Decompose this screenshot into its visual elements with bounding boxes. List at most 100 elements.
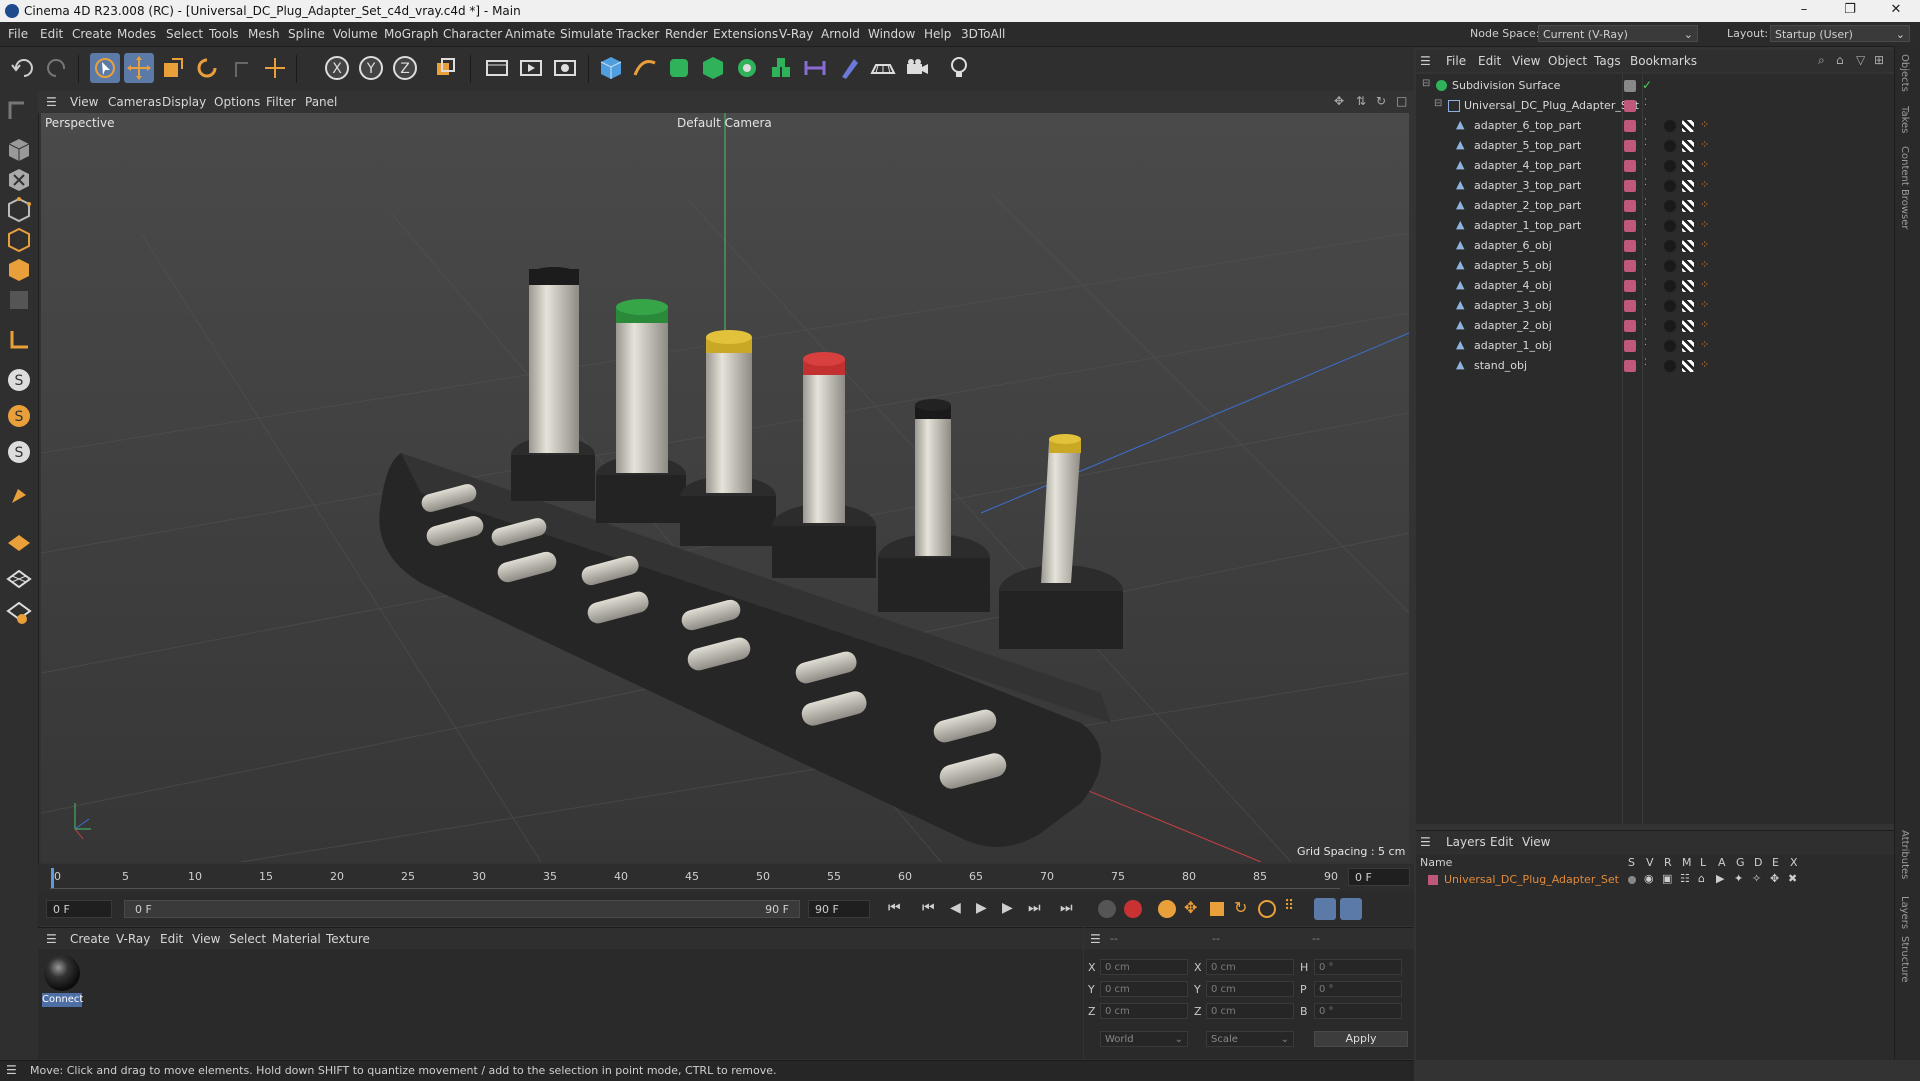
rotate-tool-icon[interactable]: [192, 53, 222, 83]
coordinate-space-dropdown[interactable]: World ⌄: [1100, 1031, 1188, 1047]
node-space-dropdown[interactable]: Current (V-Ray) ⌄: [1538, 25, 1698, 42]
snap-settings-icon[interactable]: S: [4, 401, 34, 431]
rotation-p-field[interactable]: 0 °: [1314, 981, 1402, 997]
layer-color-swatch[interactable]: [1428, 875, 1438, 885]
current-frame-field[interactable]: 0 F: [1348, 868, 1410, 886]
material-menu-material[interactable]: Material: [272, 932, 321, 946]
visibility-dots-icon[interactable]: ⁚: [1644, 198, 1647, 208]
grid-snap-icon[interactable]: [4, 597, 34, 627]
menu-render[interactable]: Render: [665, 27, 708, 41]
apply-button[interactable]: Apply: [1314, 1031, 1408, 1047]
camera-label[interactable]: Default Camera: [677, 116, 772, 130]
live-selection-icon[interactable]: [90, 53, 120, 83]
phong-tag-icon[interactable]: ⁘: [1700, 238, 1709, 251]
layout-dropdown[interactable]: Startup (User) ⌄: [1770, 25, 1910, 42]
start-frame-field[interactable]: 0 F: [46, 900, 112, 918]
object-row[interactable]: ⊟ Universal_DC_Plug_Adapter_Set ⁚: [1416, 96, 1894, 116]
layer-color-icon[interactable]: [1624, 160, 1636, 172]
layer-color-icon[interactable]: [1624, 200, 1636, 212]
tab-layers[interactable]: Layers: [1899, 896, 1910, 929]
undo-icon[interactable]: [8, 53, 38, 83]
manager-icon[interactable]: ☷: [1680, 872, 1690, 885]
material-menu-vray[interactable]: V-Ray: [116, 932, 150, 946]
vray-material-tag-icon[interactable]: [1664, 240, 1676, 252]
hamburger-menu-icon[interactable]: ☰: [6, 1063, 17, 1077]
layer-column-solo[interactable]: S: [1628, 856, 1635, 869]
object-row[interactable]: ▲ adapter_5_obj ⁚ ⁘: [1416, 256, 1894, 276]
snap-icon[interactable]: S: [4, 365, 34, 395]
visibility-dots-icon[interactable]: ⁚: [1644, 118, 1647, 128]
search-icon[interactable]: ⌕: [1818, 53, 1825, 68]
move-tool-icon[interactable]: [124, 53, 154, 83]
y-axis-lock-icon[interactable]: Y: [356, 53, 386, 83]
vray-material-tag-icon[interactable]: [1664, 120, 1676, 132]
play-icon[interactable]: ▶: [976, 900, 987, 916]
texture-tag-icon[interactable]: [1682, 340, 1694, 352]
phong-tag-icon[interactable]: ⁘: [1700, 198, 1709, 211]
phong-tag-icon[interactable]: ⁘: [1700, 138, 1709, 151]
new-window-icon[interactable]: ⊞: [1874, 53, 1884, 67]
end-frame-field[interactable]: 90 F: [808, 900, 870, 918]
viewport-menu-view[interactable]: View: [70, 95, 98, 109]
collapse-icon[interactable]: ⊟: [1422, 78, 1430, 89]
tab-objects[interactable]: Objects: [1899, 54, 1910, 92]
layer-column-deformers[interactable]: D: [1754, 856, 1762, 869]
object-menu-bookmarks[interactable]: Bookmarks: [1630, 54, 1697, 68]
texture-tag-icon[interactable]: [1682, 140, 1694, 152]
subdivision-generator-icon[interactable]: [664, 53, 694, 83]
phong-tag-icon[interactable]: ⁘: [1700, 358, 1709, 371]
vray-material-tag-icon[interactable]: [1664, 260, 1676, 272]
polygons-mode-icon[interactable]: [4, 255, 34, 285]
3d-viewport[interactable]: Perspective Default Camera Grid Spacing …: [41, 113, 1409, 862]
playhead[interactable]: [51, 868, 54, 888]
viewport-menu-options[interactable]: Options: [214, 95, 260, 109]
z-axis-lock-icon[interactable]: Z: [390, 53, 420, 83]
size-z-field[interactable]: 0 cm: [1206, 1003, 1294, 1019]
visibility-dots-icon[interactable]: ⁚: [1644, 258, 1647, 268]
hamburger-menu-icon[interactable]: ☰: [46, 95, 57, 109]
next-frame-icon[interactable]: ▶: [1002, 900, 1013, 916]
points-mode-icon[interactable]: [4, 195, 34, 225]
layer-column-expressions[interactable]: E: [1772, 856, 1779, 869]
floor-icon[interactable]: [868, 53, 898, 83]
layer-row[interactable]: Universal_DC_Plug_Adapter_Set ◉ ▣ ☷ ⌂ ▶ …: [1416, 872, 1894, 890]
texture-tag-icon[interactable]: [1682, 300, 1694, 312]
phong-tag-icon[interactable]: ⁘: [1700, 298, 1709, 311]
previous-key-icon[interactable]: ⏮: [922, 900, 935, 916]
vray-material-tag-icon[interactable]: [1664, 300, 1676, 312]
mograph-cloner-icon[interactable]: [732, 53, 762, 83]
menu-extensions[interactable]: Extensions: [713, 27, 778, 41]
next-key-icon[interactable]: ⏭: [1028, 900, 1041, 916]
layer-color-icon[interactable]: [1624, 300, 1636, 312]
generator-icon[interactable]: ✦: [1734, 872, 1743, 885]
menu-simulate[interactable]: Simulate: [560, 27, 613, 41]
object-row[interactable]: ▲ adapter_4_obj ⁚ ⁘: [1416, 276, 1894, 296]
maximize-button[interactable]: ❐: [1830, 2, 1870, 20]
viewport-dolly-icon[interactable]: ⇅: [1356, 94, 1366, 108]
xref-icon[interactable]: ✖: [1788, 872, 1797, 885]
locked-workplane-icon[interactable]: [4, 561, 34, 591]
layer-color-icon[interactable]: [1624, 120, 1636, 132]
layer-color-icon[interactable]: [1624, 180, 1636, 192]
enabled-check-icon[interactable]: ✓: [1642, 78, 1652, 92]
object-row[interactable]: ▲ adapter_1_top_part ⁚ ⁘: [1416, 216, 1894, 236]
layer-color-icon[interactable]: [1624, 360, 1636, 372]
menu-arnold[interactable]: Arnold: [821, 27, 860, 41]
vray-material-tag-icon[interactable]: [1664, 360, 1676, 372]
visibility-dots-icon[interactable]: ⁚: [1644, 138, 1647, 148]
material-menu-create[interactable]: Create: [70, 932, 110, 946]
viewport-maximize-icon[interactable]: □: [1396, 94, 1407, 108]
object-menu-tags[interactable]: Tags: [1594, 54, 1621, 68]
texture-tag-icon[interactable]: [1682, 240, 1694, 252]
object-menu-file[interactable]: File: [1446, 54, 1466, 68]
lock-icon[interactable]: ⌂: [1698, 872, 1705, 885]
previous-frame-icon[interactable]: ◀: [950, 900, 961, 916]
menu-window[interactable]: Window: [868, 27, 915, 41]
menu-volume[interactable]: Volume: [333, 27, 378, 41]
material-menu-edit[interactable]: Edit: [160, 932, 183, 946]
vray-material-tag-icon[interactable]: [1664, 160, 1676, 172]
object-row[interactable]: ▲ adapter_2_top_part ⁚ ⁘: [1416, 196, 1894, 216]
menu-tools[interactable]: Tools: [209, 27, 239, 41]
texture-tag-icon[interactable]: [1682, 160, 1694, 172]
key-position-icon[interactable]: ✥: [1184, 898, 1197, 917]
